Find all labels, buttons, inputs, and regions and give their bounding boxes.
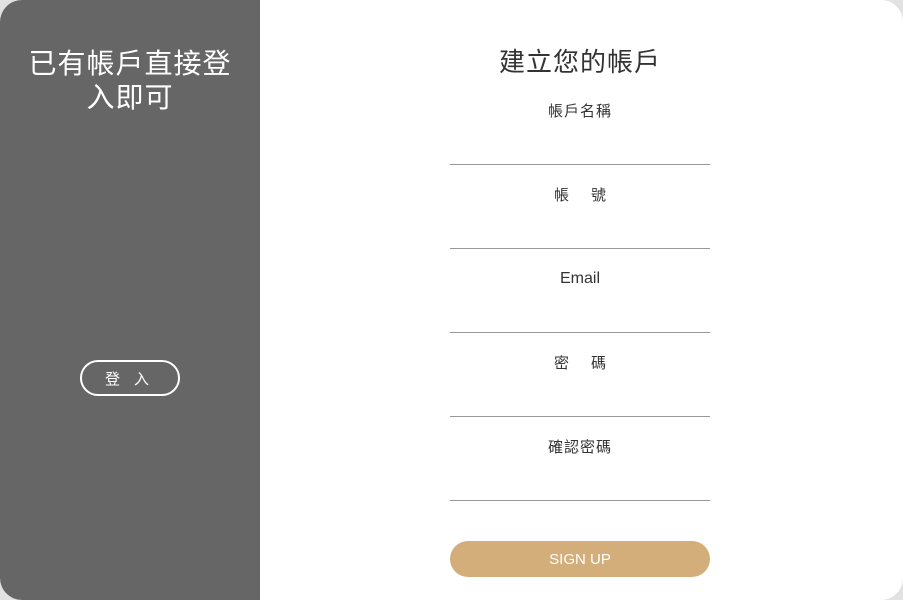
login-prompt-heading: 已有帳戶直接登入即可: [28, 47, 232, 114]
password-input[interactable]: [450, 387, 710, 417]
signup-form-panel: 建立您的帳戶 帳戶名稱 帳號 Email 密碼 確認密碼 SIGN UP: [260, 0, 903, 600]
login-side-panel: 已有帳戶直接登入即可 登入: [0, 0, 260, 600]
username-label: 帳號: [553, 186, 628, 204]
account-name-field: 帳戶名稱: [450, 101, 710, 165]
password-field: 密碼: [450, 353, 710, 417]
username-input[interactable]: [450, 219, 710, 249]
username-field: 帳號: [450, 185, 710, 249]
account-name-label: 帳戶名稱: [547, 102, 612, 120]
email-field: Email: [450, 269, 710, 333]
signup-card: 已有帳戶直接登入即可 登入 建立您的帳戶 帳戶名稱 帳號 Email 密碼 確認…: [0, 0, 903, 600]
confirm-password-field: 確認密碼: [450, 437, 710, 501]
login-button[interactable]: 登入: [80, 360, 180, 396]
form-title: 建立您的帳戶: [498, 48, 661, 78]
account-name-input[interactable]: [450, 135, 710, 165]
email-input[interactable]: [450, 303, 710, 333]
confirm-password-input[interactable]: [450, 471, 710, 501]
password-label: 密碼: [553, 354, 628, 372]
signup-button[interactable]: SIGN UP: [450, 541, 710, 577]
email-label: Email: [559, 270, 600, 287]
confirm-password-label: 確認密碼: [547, 438, 612, 456]
